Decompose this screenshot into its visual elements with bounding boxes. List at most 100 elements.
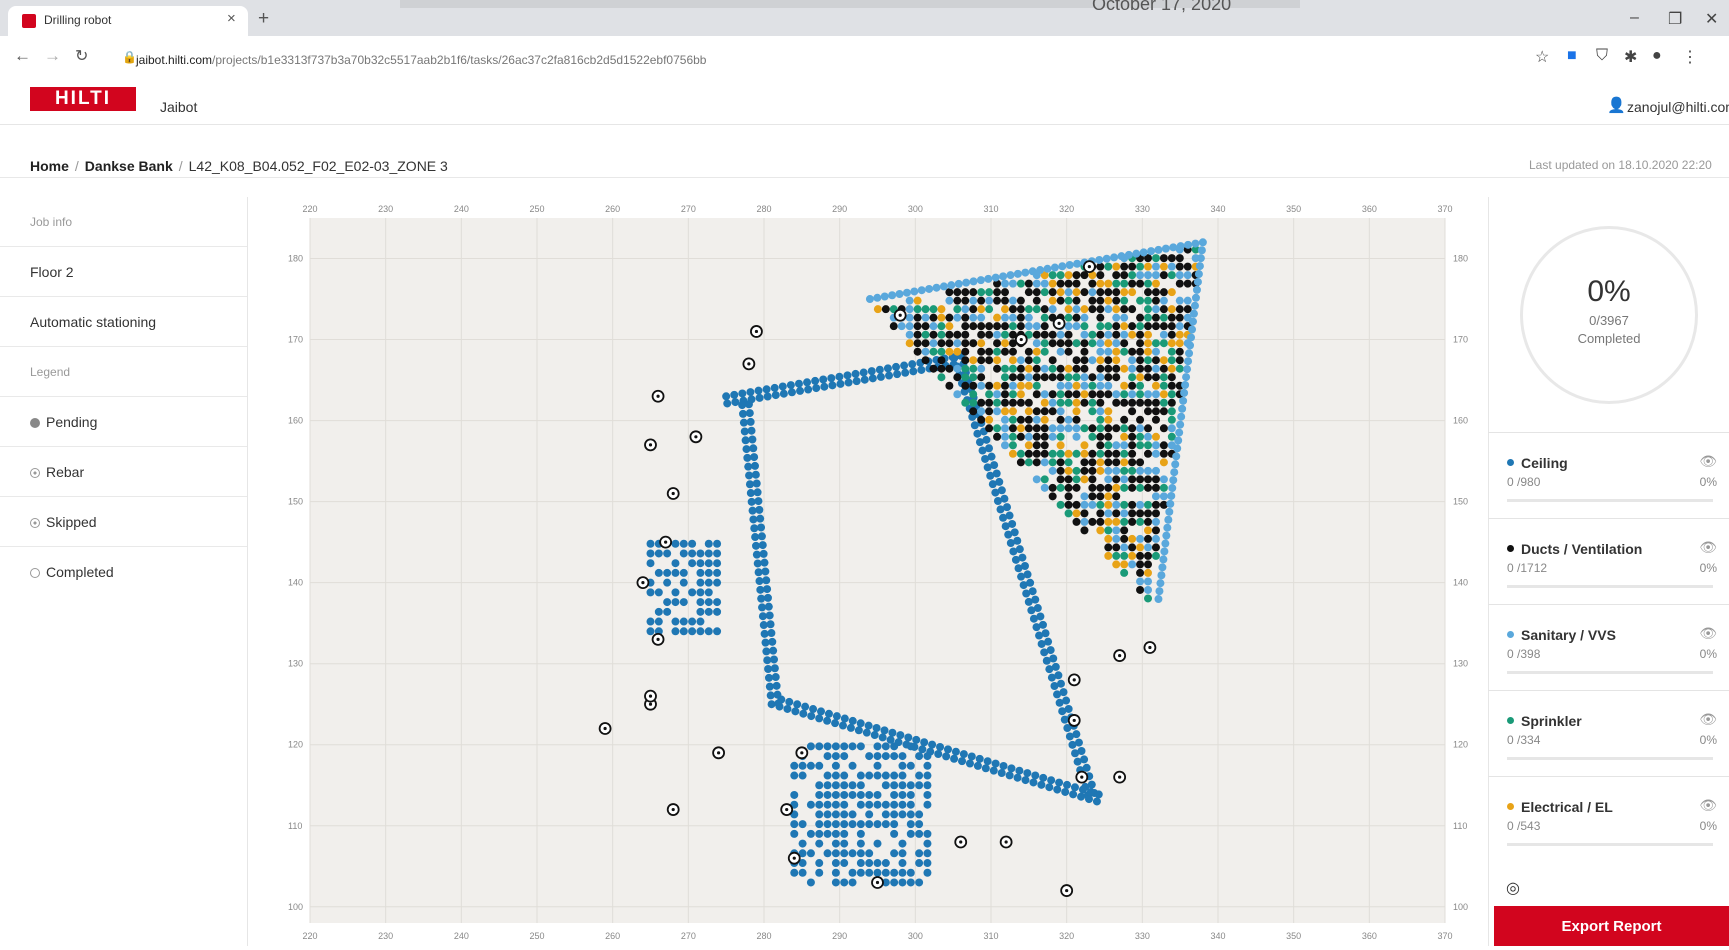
sprinkler-point [1056,398,1065,407]
ducts-point [913,313,922,322]
ceiling-point [1094,790,1103,799]
sanitary-point [910,287,919,296]
ceiling-point [875,365,884,374]
forward-icon[interactable]: → [44,46,61,66]
rebar-marker-center [656,394,660,398]
electrical-point [1032,347,1041,356]
eye-icon[interactable]: 👁 [1699,453,1717,470]
ceiling-point [823,820,832,829]
sanitary-point [1191,239,1200,248]
sanitary-point [1024,373,1033,382]
sprinkler-point [937,322,946,331]
browser-menu-icon[interactable]: ⋮ [1682,47,1698,67]
sanitary-point [1043,264,1052,273]
hilti-logo[interactable]: HILTI [30,87,136,111]
y-tick-label-right: 120 [1453,740,1468,750]
ducts-point [1056,364,1065,373]
sanitary-point [969,296,978,305]
sanitary-point [1160,547,1169,556]
star-icon[interactable]: ☆ [1535,47,1549,67]
sanitary-point [1112,390,1121,399]
sprinkler-point [1016,449,1025,458]
ceiling-point [820,382,829,391]
ducts-point [913,339,922,348]
category-sanitary[interactable]: Sanitary / VVS 0 /398 👁 0% [1488,604,1729,690]
ducts-point [1128,449,1137,458]
ceiling-point [704,588,713,597]
sprinkler-point [1112,279,1121,288]
restore-icon[interactable]: ❐ [1668,9,1682,29]
sanitary-point [1120,509,1129,518]
sprinkler-point [977,288,986,297]
category-ducts[interactable]: Ducts / Ventilation 0 /1712 👁 0% [1488,518,1729,604]
eye-icon[interactable]: 👁 [1699,797,1717,814]
tab-close-icon[interactable]: × [227,10,236,27]
electrical-point [1080,475,1089,484]
minimize-icon[interactable]: – [1630,9,1639,27]
ceiling-color-dot [1507,459,1514,466]
rebar-marker-center [717,751,721,755]
ceiling-point [755,393,764,402]
floor-item[interactable]: Floor 2 [0,247,247,297]
sprinkler-point [1159,339,1168,348]
sanitary-point [1163,523,1172,532]
ceiling-point [796,386,805,395]
sanitary-point [1065,261,1074,269]
url-field[interactable]: jaibot.hilti.com/projects/b1e3313f737b3a… [136,53,706,67]
legend-label: Pending [46,414,98,430]
ceiling-point [876,372,885,381]
breadcrumb-project[interactable]: Dankse Bank [85,158,173,174]
ceiling-point [831,839,840,848]
drill-map-svg[interactable]: 220 220 230 230 240 240 250 250 260 260 270 270 280 2… [270,200,1485,945]
stationing-item[interactable]: Automatic stationing [0,297,247,347]
url-host: jaibot.hilti.com [136,53,213,67]
user-email[interactable]: zanojul@hilti.com [1627,99,1729,115]
drill-map-chart[interactable]: 220 220 230 230 240 240 250 250 260 260 270 270 280 2… [270,200,1485,945]
ceiling-point [815,714,824,723]
sprinkler-point [929,305,938,314]
legend-skipped[interactable]: Skipped [0,497,247,547]
eye-icon[interactable]: 👁 [1699,711,1717,728]
reload-icon[interactable]: ↻ [75,46,88,66]
sanitary-point [1024,432,1033,441]
extension-windows-icon[interactable]: ■ [1567,47,1577,65]
export-report-button[interactable]: Export Report [1494,906,1729,946]
ceiling-point [823,800,832,809]
progress-sub: 0/3967 Completed [1520,312,1698,348]
new-tab-icon[interactable]: + [258,8,269,30]
window-close-icon[interactable]: ✕ [1705,9,1718,29]
legend-rebar[interactable]: Rebar [0,447,247,497]
ceiling-point [890,752,899,761]
rebar-target-icon[interactable]: ◎ [1506,878,1520,898]
ceiling-point [873,820,882,829]
extension-shield-icon[interactable]: ⛉ [1596,47,1608,65]
ducts-point [1151,509,1160,518]
ducts-point [1120,271,1129,280]
ceiling-point [704,627,713,636]
sprinkler-point [1040,475,1049,484]
ceiling-point [873,752,882,761]
ceiling-point [1031,771,1040,780]
category-electrical[interactable]: Electrical / EL 0 /543 👁 0% [1488,776,1729,862]
ducts-point [1048,288,1057,297]
back-icon[interactable]: ← [14,46,31,66]
ceiling-point [1004,530,1013,539]
category-sprinkler[interactable]: Sprinkler 0 /334 👁 0% [1488,690,1729,776]
legend-pending[interactable]: Pending [0,397,247,447]
sprinkler-point [953,305,962,314]
ceiling-point [753,559,762,568]
sprinkler-point [1128,466,1137,475]
eye-icon[interactable]: 👁 [1699,539,1717,556]
sanitary-point [1144,390,1153,399]
extensions-puzzle-icon[interactable]: ✱ [1624,47,1637,67]
category-ceiling[interactable]: Ceiling 0 /980 👁 0% [1488,432,1729,518]
eye-icon[interactable]: 👁 [1699,625,1717,642]
ceiling-point [915,781,924,790]
breadcrumb-home[interactable]: Home [30,158,69,174]
ceiling-point [873,868,882,877]
ceiling-point [915,771,924,780]
legend-completed[interactable]: Completed [0,547,247,597]
ceiling-point [831,849,840,858]
profile-icon[interactable]: ● [1652,47,1662,65]
ducts-point [1040,305,1049,314]
